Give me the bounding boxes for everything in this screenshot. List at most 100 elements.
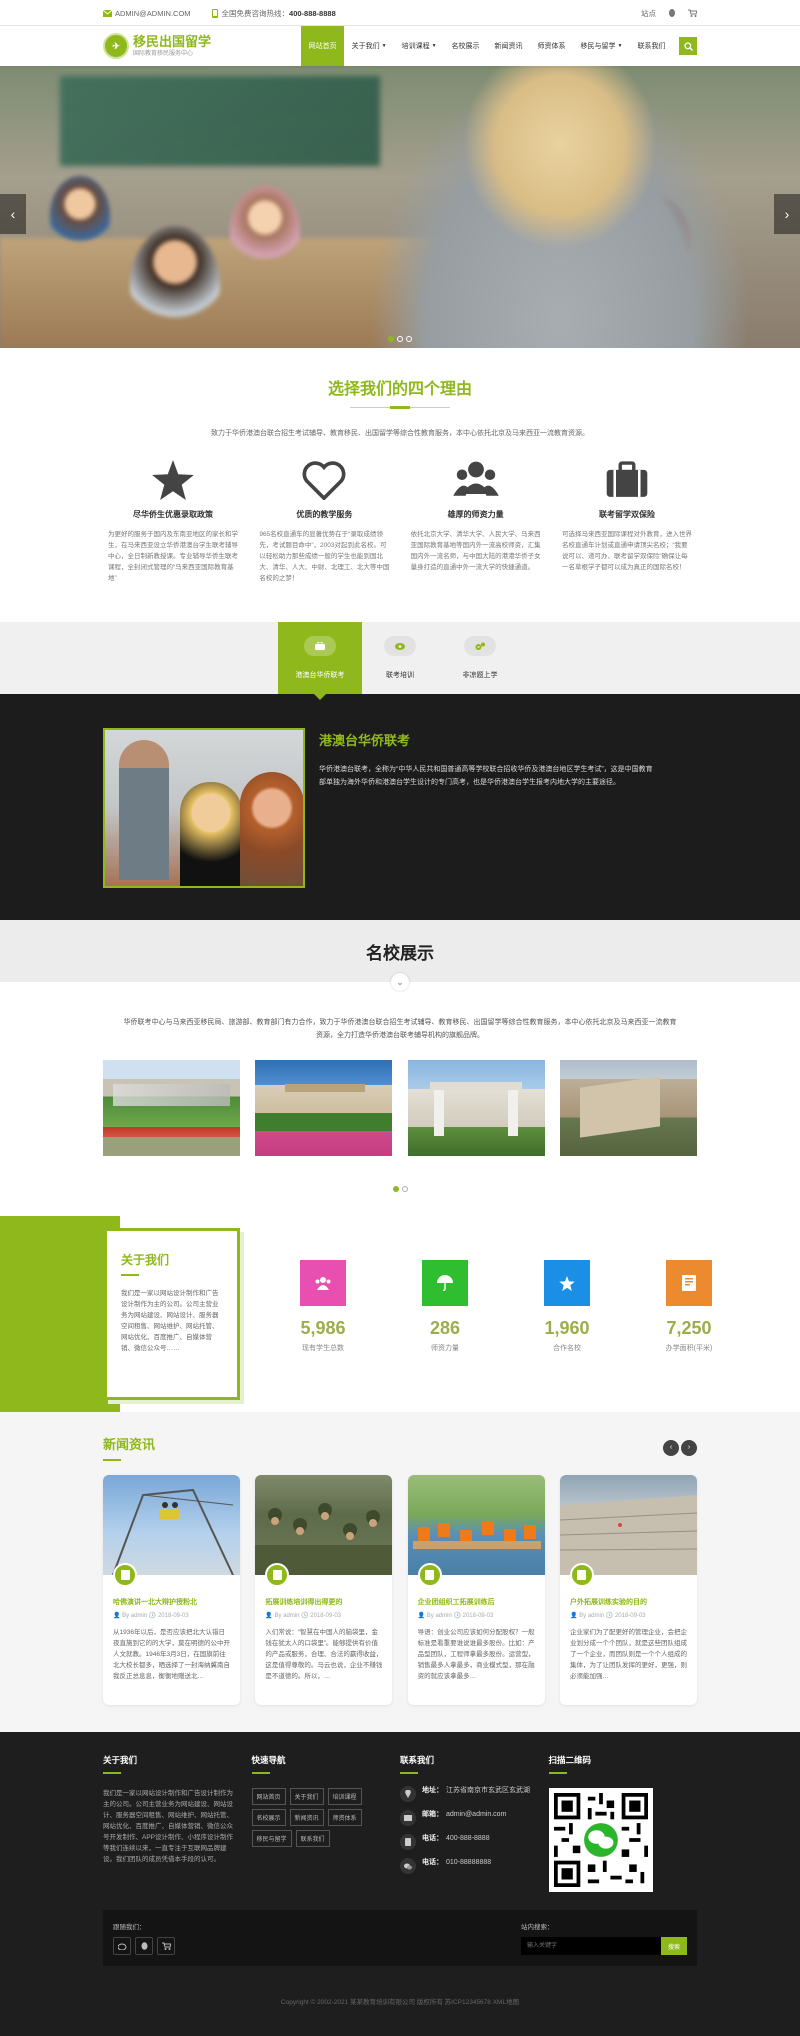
hero-slider[interactable]: ‹ ›	[0, 66, 800, 348]
title-underline	[251, 1772, 270, 1774]
contact-row: 地址： 江苏省南京市玄武区玄武湖	[400, 1786, 549, 1802]
site-logo[interactable]: ✈ 移民出国留学 国际教育移民服务中心	[103, 33, 211, 59]
tab-panel-text: 华侨港澳台联考，全称为“中华人民共和国普通高等学校联合招收华侨及港澳台地区学生考…	[319, 766, 653, 786]
quick-link[interactable]: 师资体系	[327, 1809, 362, 1826]
cart-icon[interactable]	[688, 9, 697, 17]
tab-panel-image	[103, 728, 305, 888]
calendar-icon: 🕓	[301, 1613, 311, 1619]
reason-title: 尽华侨生优惠录取政策	[133, 510, 213, 519]
photo-building	[113, 1084, 230, 1106]
nav-immigration[interactable]: 移民与留学 ▼	[573, 26, 630, 66]
news-card[interactable]: 企业团组织工拓展训练后 👤 By admin 🕓 2018-09-03 导语：创…	[407, 1475, 545, 1705]
nav-schools[interactable]: 名校展示	[444, 26, 487, 66]
title-underline	[548, 1772, 567, 1774]
nav-about[interactable]: 关于我们 ▼	[344, 26, 394, 66]
quick-link[interactable]: 关于我们	[289, 1788, 324, 1805]
tab-joint-exam[interactable]: 港澳台华侨联考	[278, 622, 362, 700]
news-card[interactable]: 哈佛演讲一北大辩护授粉北 👤 By admin 🕓 2018-09-03 从19…	[103, 1475, 240, 1705]
news-card-title[interactable]: 企业团组织工拓展训练后	[418, 1597, 535, 1607]
nav-contact[interactable]: 联系我们	[630, 26, 673, 66]
nav-immigration-label: 移民与留学	[580, 43, 616, 50]
top-right-link[interactable]: 站点	[641, 8, 656, 19]
quick-link[interactable]: 联系我们	[295, 1830, 330, 1847]
footer-qr: 扫描二维码	[548, 1754, 698, 1892]
reason-title: 优质的教学服务	[296, 510, 353, 519]
logo-name: 移民出国留学	[133, 34, 212, 49]
school-photo[interactable]	[255, 1060, 393, 1156]
email-info[interactable]: ADMIN@ADMIN.COM	[103, 9, 191, 18]
chevron-down-icon[interactable]: ⌄	[391, 973, 409, 991]
news-card[interactable]: 拓展训练培训得出得更的 👤 By admin 🕓 2018-09-03 入们常说…	[255, 1475, 393, 1705]
calendar-icon: 🕓	[453, 1613, 463, 1619]
school-photo[interactable]	[407, 1060, 545, 1156]
news-next-button[interactable]: ›	[681, 1439, 697, 1456]
tab-label: 联考培训	[386, 672, 414, 679]
nav-courses[interactable]: 培训课程 ▼	[394, 26, 444, 66]
slider-dots	[388, 336, 412, 342]
nav-news[interactable]: 新闻资讯	[487, 26, 530, 66]
reason-title: 联考留学双保险	[598, 510, 655, 519]
quick-link[interactable]: 网站首页	[251, 1788, 286, 1805]
slider-next-button[interactable]: ›	[774, 194, 800, 234]
cog-icon	[464, 636, 496, 656]
slider-dot[interactable]	[397, 336, 403, 342]
contact-label: 地址：	[422, 1787, 443, 1794]
rope-course-graphic	[112, 1488, 234, 1575]
quick-link[interactable]: 新闻资讯	[289, 1809, 324, 1826]
briefcase-icon	[605, 461, 649, 501]
slider-dot[interactable]	[388, 336, 394, 342]
footer-contact: 联系我们 地址： 江苏省南京市玄武区玄武湖 邮箱： admin@admin.com …	[400, 1754, 549, 1892]
search-icon	[683, 41, 693, 51]
school-photo[interactable]	[103, 1060, 240, 1156]
about-text: 我们是一家以网站设计制作和广告设计制作为主的公司。公司主营业务为网站建设、网站设…	[121, 1290, 219, 1352]
pager-dot[interactable]	[401, 1186, 408, 1192]
contact-label: 电话：	[422, 1835, 443, 1842]
news-card-date: 2018-09-03	[157, 1613, 189, 1619]
footer-search-button[interactable]: 搜索	[661, 1937, 687, 1955]
stat-item: 5,986 现有学生总数	[262, 1260, 384, 1353]
school-photo[interactable]	[559, 1060, 697, 1156]
chevron-down-icon: ▼	[617, 43, 623, 49]
nav-home[interactable]: 网站首页	[301, 26, 345, 66]
document-icon	[265, 1563, 290, 1587]
search-button[interactable]	[679, 37, 697, 55]
hero-blackboard	[60, 76, 380, 166]
news-card-title[interactable]: 哈佛演讲一北大辩护授粉北	[113, 1597, 230, 1607]
rafting-graphic	[412, 1521, 541, 1549]
nav-teachers[interactable]: 师资体系	[530, 26, 573, 66]
schools-header: 名校展示 ⌄	[0, 920, 800, 991]
news-prev-button[interactable]: ‹	[663, 1439, 679, 1456]
news-card-meta: 👤 By admin 🕓 2018-09-03	[570, 1612, 687, 1619]
pager-dot[interactable]	[392, 1186, 399, 1192]
news-card-text: 从1936年以后，是否应该把北大认错日夜直施到它的的大学，莫在明德的公中开人文就…	[113, 1629, 230, 1680]
cart-icon[interactable]	[157, 1937, 175, 1955]
site-footer: 关于我们 我们是一家以网站设计制作和广告设计制作为主的公司。公司主营业务为网站建…	[0, 1732, 800, 2036]
star-icon	[152, 460, 194, 502]
weibo-icon[interactable]	[113, 1937, 131, 1955]
qq-icon[interactable]	[135, 1937, 153, 1955]
photo-pillar	[507, 1086, 518, 1136]
qq-icon[interactable]	[668, 8, 676, 18]
news-card[interactable]: 户外拓展训练实验的目的 👤 By admin 🕓 2018-09-03 企业家们…	[559, 1475, 697, 1705]
document-icon	[417, 1563, 442, 1587]
news-card-author: By admin	[426, 1613, 452, 1619]
follow-label: 跟随我们：	[113, 1924, 146, 1931]
footer-search-input[interactable]	[521, 1937, 661, 1955]
news-card-text: 企业家们为了配更好的管理企业，会把企业划分成一个个团队，就是这些团队组成了一个企…	[569, 1629, 687, 1680]
reasons-section: 选择我们的四个理由 致力于华侨港澳台联合招生考试辅导、教育移民、出国留学等综合性…	[103, 348, 697, 584]
mail-icon	[400, 1810, 416, 1826]
news-image	[255, 1475, 393, 1575]
slider-dot[interactable]	[406, 336, 412, 342]
star-icon	[544, 1260, 590, 1306]
reason-text: 为更好的服务于国内及东南亚地区的家长和学生，在马来西亚设立华侨港澳台学生联考辅导…	[108, 531, 238, 582]
tab-training[interactable]: 联考培训	[358, 622, 442, 694]
slider-prev-button[interactable]: ‹	[0, 194, 26, 234]
quick-link[interactable]: 培训课程	[327, 1788, 362, 1805]
quick-link[interactable]: 移民与留学	[251, 1830, 292, 1847]
tab-other[interactable]: 非凉题上学	[438, 622, 522, 694]
news-card-title[interactable]: 户外拓展训练实验的目的	[570, 1597, 687, 1607]
contact-value[interactable]: admin@admin.com	[446, 1811, 506, 1818]
quick-link[interactable]: 名校展示	[251, 1809, 286, 1826]
photo-building	[285, 1084, 366, 1092]
news-card-title[interactable]: 拓展训练培训得出得更的	[265, 1597, 382, 1607]
